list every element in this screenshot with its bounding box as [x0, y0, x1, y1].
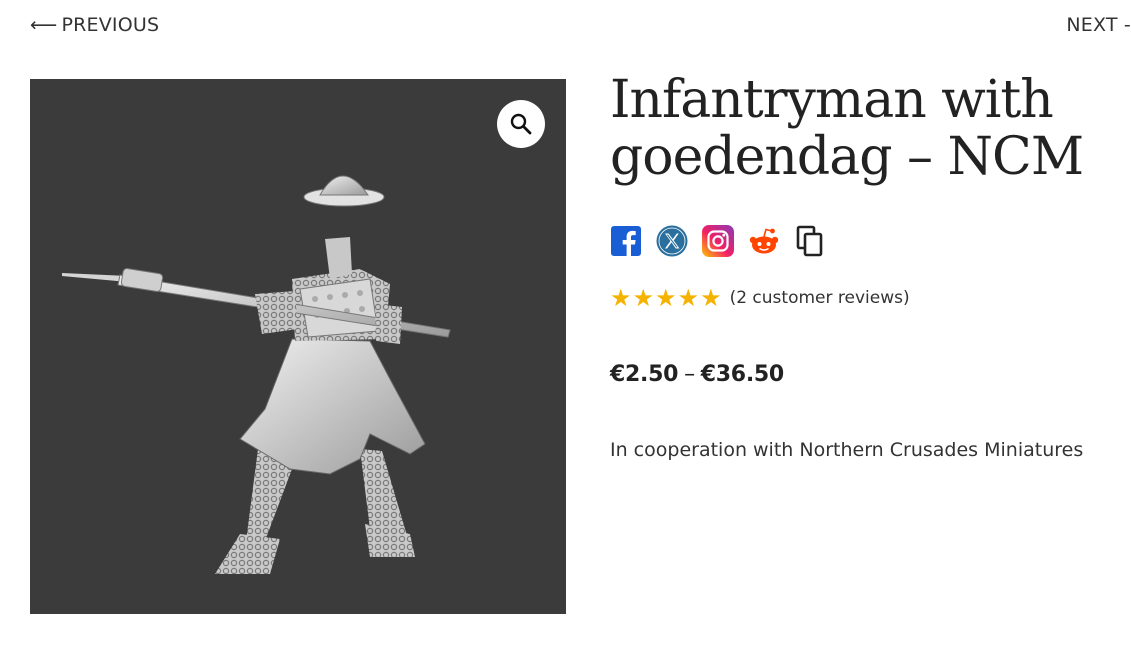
next-product-link[interactable]: NEXT - — [1066, 14, 1131, 36]
facebook-icon[interactable] — [610, 225, 642, 257]
instagram-icon[interactable] — [702, 225, 734, 257]
product-title: Infantryman with goedendag – NCM — [610, 70, 1084, 187]
product-short-description: In cooperation with Northern Crusades Mi… — [610, 439, 1084, 461]
share-buttons — [610, 224, 1125, 258]
magnifier-icon — [510, 113, 532, 135]
price-separator: – — [684, 362, 695, 387]
next-label: NEXT - — [1066, 14, 1131, 36]
reddit-icon[interactable] — [748, 225, 780, 257]
price-range: €2.50– €36.50 — [610, 362, 1125, 387]
price-max: €36.50 — [700, 362, 784, 387]
zoom-button[interactable] — [497, 100, 545, 148]
rating-row: ★ ★ ★ ★ ★ (2 customer reviews) — [610, 286, 1125, 310]
customer-reviews-link[interactable]: (2 customer reviews) — [730, 288, 910, 308]
previous-label: PREVIOUS — [61, 14, 160, 36]
x-icon[interactable] — [656, 225, 688, 257]
copy-link-icon[interactable] — [794, 225, 826, 257]
product-page: ⟵ PREVIOUS NEXT - Infantryman with goede… — [0, 0, 1131, 672]
star-icon: ★ — [700, 284, 722, 312]
price-min: €2.50 — [610, 362, 679, 387]
product-image[interactable] — [30, 79, 566, 614]
star-icon: ★ — [677, 284, 700, 312]
miniature-figure-image — [62, 175, 451, 574]
star-icon: ★ — [632, 284, 655, 312]
star-icon: ★ — [610, 284, 632, 312]
product-summary: Infantryman with goedendag – NCM ★ ★ ★ ★… — [610, 70, 1125, 462]
previous-product-link[interactable]: ⟵ PREVIOUS — [30, 14, 159, 36]
star-icon: ★ — [655, 284, 677, 312]
star-rating: ★ ★ ★ ★ ★ — [610, 286, 722, 310]
left-arrow-icon: ⟵ — [30, 14, 58, 36]
